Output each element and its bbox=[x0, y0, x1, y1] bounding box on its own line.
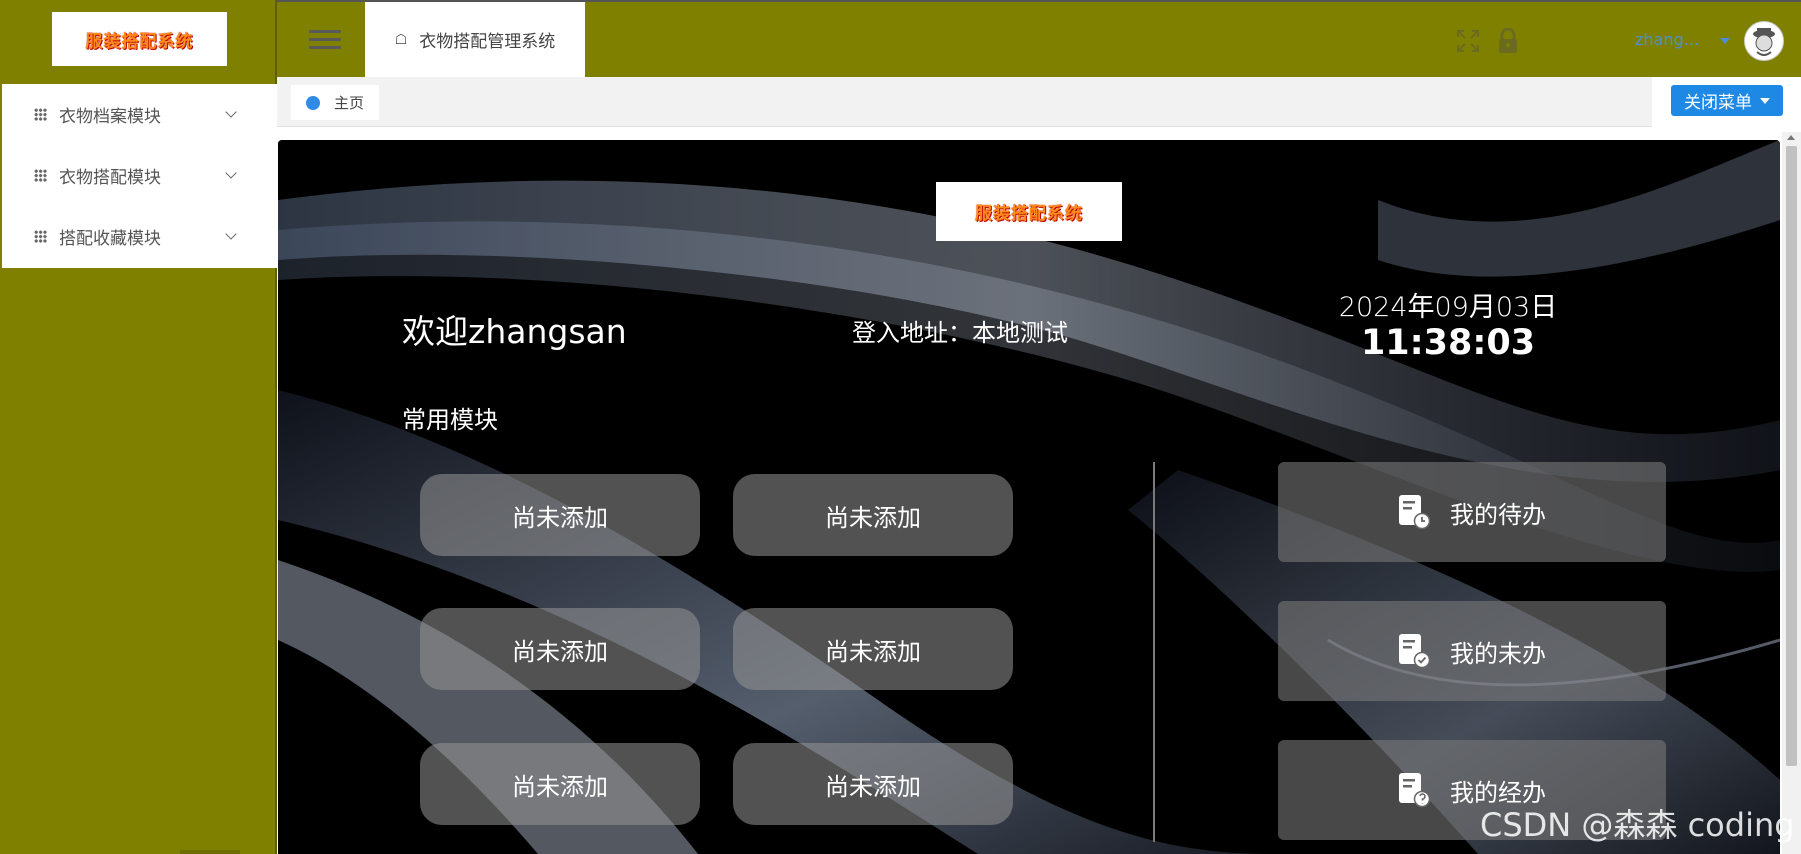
caret-down-icon bbox=[1760, 97, 1770, 104]
common-module-slot[interactable]: 尚未添加 bbox=[733, 474, 1013, 556]
hamburger-menu-icon[interactable] bbox=[309, 30, 341, 50]
grid-icon bbox=[34, 230, 47, 243]
close-menu-label: 关闭菜单 bbox=[1684, 93, 1752, 113]
my-undone-button[interactable]: 我的未办 bbox=[1278, 601, 1666, 701]
common-module-slot[interactable]: 尚未添加 bbox=[733, 743, 1013, 825]
grid-icon bbox=[34, 108, 47, 121]
sidebar: 服装搭配系统 衣物档案模块 衣物搭配模块 搭配收藏模块 bbox=[0, 0, 277, 854]
chevron-down-icon bbox=[225, 167, 237, 179]
tab-home-label: 主页 bbox=[334, 94, 365, 112]
todo-doc-handled-icon bbox=[1399, 773, 1430, 808]
app-logo-text: 服装搭配系统 bbox=[85, 31, 194, 52]
scroll-up-icon[interactable] bbox=[1787, 135, 1795, 140]
scroll-thumb[interactable] bbox=[1786, 146, 1797, 766]
scrollbar[interactable] bbox=[1782, 132, 1801, 854]
app-logo: 服装搭配系统 bbox=[52, 12, 227, 66]
caret-down-icon[interactable] bbox=[1720, 38, 1730, 44]
sidebar-menu: 衣物档案模块 衣物搭配模块 搭配收藏模块 bbox=[2, 84, 277, 268]
common-modules-title: 常用模块 bbox=[402, 406, 498, 434]
current-time: 11:38:03 bbox=[1360, 323, 1536, 363]
todo-doc-check-icon bbox=[1399, 634, 1430, 669]
top-bar: ☖ 衣物搭配管理系统 zhang... bbox=[277, 0, 1801, 77]
close-menu-button[interactable]: 关闭菜单 bbox=[1671, 85, 1783, 116]
divider bbox=[1153, 462, 1155, 842]
grid-icon bbox=[34, 169, 47, 182]
center-logo-text: 服装搭配系统 bbox=[975, 204, 1083, 224]
dashboard-panel: 服装搭配系统 欢迎zhangsan 登入地址：本地测试 2024年09月03日 … bbox=[278, 140, 1780, 854]
todo-doc-clock-icon bbox=[1399, 495, 1430, 530]
sidebar-item-matching-favorites[interactable]: 搭配收藏模块 bbox=[2, 206, 277, 267]
my-todo-label: 我的待办 bbox=[1450, 500, 1546, 529]
tab-system-home[interactable]: ☖ 衣物搭配管理系统 bbox=[365, 2, 585, 77]
tab-label: 衣物搭配管理系统 bbox=[419, 32, 556, 52]
watermark: CSDN @森森 coding bbox=[1480, 806, 1795, 844]
sidebar-item-clothing-archive[interactable]: 衣物档案模块 bbox=[2, 84, 277, 145]
sidebar-item-label: 搭配收藏模块 bbox=[59, 229, 161, 249]
user-name-dropdown[interactable]: zhang... bbox=[1635, 30, 1699, 49]
sidebar-item-label: 衣物搭配模块 bbox=[59, 168, 161, 188]
active-dot-icon bbox=[306, 95, 320, 110]
common-module-slot[interactable]: 尚未添加 bbox=[420, 608, 700, 690]
fullscreen-icon[interactable] bbox=[1457, 30, 1479, 52]
sidebar-resize-handle[interactable] bbox=[180, 850, 240, 854]
home-icon: ☖ bbox=[394, 31, 408, 48]
tab-home[interactable]: 主页 bbox=[291, 85, 379, 120]
common-module-slot[interactable]: 尚未添加 bbox=[733, 608, 1013, 690]
chevron-down-icon bbox=[225, 106, 237, 118]
current-date: 2024年09月03日 bbox=[1338, 292, 1558, 323]
login-address: 登入地址：本地测试 bbox=[852, 319, 1068, 347]
avatar[interactable] bbox=[1744, 21, 1784, 61]
lock-icon[interactable] bbox=[1497, 28, 1519, 54]
welcome-message: 欢迎zhangsan bbox=[402, 312, 627, 351]
tab-bar: 主页 关闭菜单 bbox=[277, 77, 1801, 127]
sidebar-item-clothing-matching[interactable]: 衣物搭配模块 bbox=[2, 145, 277, 206]
my-todo-button[interactable]: 我的待办 bbox=[1278, 462, 1666, 562]
center-logo: 服装搭配系统 bbox=[936, 182, 1122, 241]
common-module-slot[interactable]: 尚未添加 bbox=[420, 474, 700, 556]
sidebar-item-label: 衣物档案模块 bbox=[59, 107, 161, 127]
common-module-slot[interactable]: 尚未添加 bbox=[420, 743, 700, 825]
my-undone-label: 我的未办 bbox=[1450, 639, 1546, 668]
chevron-down-icon bbox=[225, 228, 237, 240]
